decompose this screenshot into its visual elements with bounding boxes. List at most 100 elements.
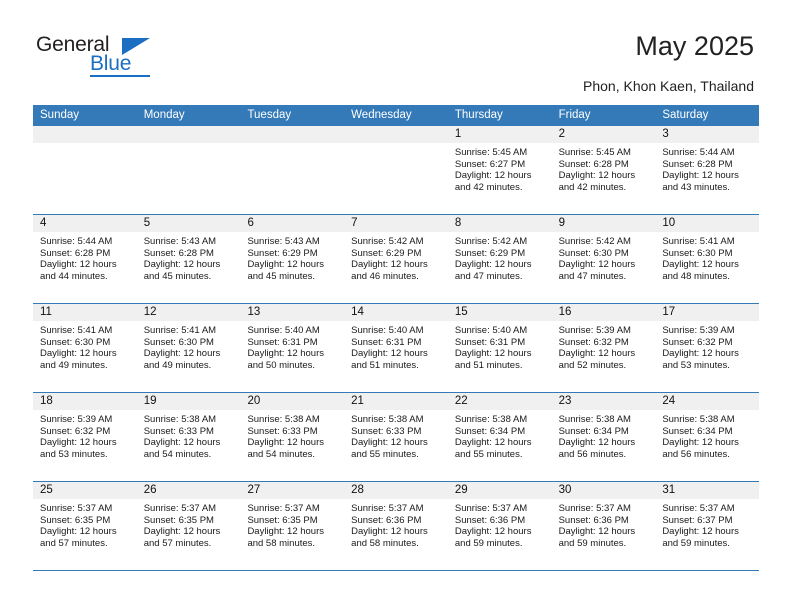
day-number: 16 — [551, 304, 656, 321]
calendar-day-cell[interactable]: 29 Sunrise: 5:37 AM Sunset: 6:36 PM Dayligh… — [447, 482, 552, 570]
weekday-header-friday: Friday — [558, 109, 591, 121]
calendar-day-cell[interactable]: 1 Sunrise: 5:45 AM Sunset: 6:27 PM Daylight… — [447, 126, 552, 214]
calendar-weeks: 1 Sunrise: 5:45 AM Sunset: 6:27 PM Daylight… — [33, 126, 760, 571]
daylight-text-line2: and 49 minutes. — [143, 359, 212, 371]
daylight-text-line1: Daylight: 12 hours — [351, 259, 428, 271]
sunrise-text: Sunrise: 5:38 AM — [454, 414, 528, 425]
day-sun-info: Sunrise: 5:40 AM Sunset: 6:31 PM Daylight:… — [448, 321, 552, 371]
sunrise-text: Sunrise: 5:37 AM — [143, 503, 217, 514]
calendar-day-cell[interactable]: 5 Sunrise: 5:43 AM Sunset: 6:28 PM Daylight… — [136, 215, 241, 303]
calendar-day-cell[interactable]: 30 Sunrise: 5:37 AM Sunset: 6:36 PM Dayligh… — [551, 482, 656, 570]
sunrise-text: Sunrise: 5:37 AM — [247, 503, 320, 514]
sunset-text: Sunset: 6:28 PM — [662, 158, 733, 170]
day-number: 15 — [447, 304, 552, 321]
day-number: 21 — [344, 393, 448, 410]
calendar-day-cell[interactable]: 12 Sunrise: 5:41 AM Sunset: 6:30 PM Dayligh… — [136, 304, 241, 392]
daylight-text-line2: and 59 minutes. — [558, 537, 627, 549]
day-number: 28 — [344, 482, 448, 499]
daylight-text-line2: and 48 minutes. — [662, 270, 730, 282]
calendar-day-cell[interactable]: 8 Sunrise: 5:42 AM Sunset: 6:29 PM Daylight… — [447, 215, 552, 303]
sunset-text: Sunset: 6:32 PM — [662, 336, 733, 348]
calendar-day-cell[interactable]: 16 Sunrise: 5:39 AM Sunset: 6:32 PM Dayligh… — [551, 304, 656, 392]
day-number: 6 — [240, 215, 345, 232]
calendar-day-cell[interactable]: 14 Sunrise: 5:40 AM Sunset: 6:31 PM Dayligh… — [344, 304, 448, 392]
calendar-day-cell[interactable]: 28 Sunrise: 5:37 AM Sunset: 6:36 PM Dayligh… — [344, 482, 448, 570]
daylight-text-line1: Daylight: 12 hours — [143, 437, 221, 449]
daylight-text-line1: Daylight: 12 hours — [40, 526, 117, 538]
page-subtitle-location: Phon, Khon Kaen, Thailand — [583, 78, 754, 94]
daylight-text-line2: and 55 minutes. — [351, 448, 419, 460]
day-number: 8 — [447, 215, 552, 232]
sunrise-text: Sunrise: 5:40 AM — [454, 325, 528, 336]
day-sun-info: Sunrise: 5:44 AM Sunset: 6:28 PM Daylight:… — [33, 232, 137, 282]
day-number: 10 — [655, 215, 760, 232]
weekday-header-wednesday: Wednesday — [351, 109, 412, 121]
calendar-day-cell[interactable]: 19 Sunrise: 5:38 AM Sunset: 6:33 PM Dayligh… — [136, 393, 241, 481]
calendar-day-cell[interactable]: 20 Sunrise: 5:38 AM Sunset: 6:33 PM Dayligh… — [240, 393, 345, 481]
calendar-day-cell[interactable]: 26 Sunrise: 5:37 AM Sunset: 6:35 PM Dayligh… — [136, 482, 241, 570]
calendar-day-cell[interactable]: 24 Sunrise: 5:38 AM Sunset: 6:34 PM Dayligh… — [655, 393, 760, 481]
sunrise-text: Sunrise: 5:40 AM — [351, 325, 424, 336]
calendar-day-cell[interactable]: 3 Sunrise: 5:44 AM Sunset: 6:28 PM Daylight… — [655, 126, 760, 214]
sunrise-text: Sunrise: 5:45 AM — [454, 147, 528, 158]
day-sun-info: Sunrise: 5:38 AM Sunset: 6:33 PM Daylight:… — [137, 410, 241, 460]
calendar-day-cell[interactable]: 15 Sunrise: 5:40 AM Sunset: 6:31 PM Dayligh… — [447, 304, 552, 392]
daylight-text-line1: Daylight: 12 hours — [558, 170, 636, 182]
calendar-day-cell[interactable]: 25 Sunrise: 5:37 AM Sunset: 6:35 PM Dayligh… — [33, 482, 137, 570]
sunrise-text: Sunrise: 5:37 AM — [454, 503, 528, 514]
daylight-text-line1: Daylight: 12 hours — [558, 526, 636, 538]
sunset-text: Sunset: 6:30 PM — [40, 336, 111, 348]
logo-text-blue: Blue — [90, 52, 132, 75]
daylight-text-line1: Daylight: 12 hours — [143, 348, 221, 360]
sunset-text: Sunset: 6:32 PM — [40, 425, 111, 437]
sunrise-text: Sunrise: 5:37 AM — [558, 503, 631, 514]
sunset-text: Sunset: 6:35 PM — [40, 514, 111, 526]
page-header: General Blue May 2025 Phon, Khon Kaen, T… — [0, 0, 792, 104]
calendar-week-row: 11 Sunrise: 5:41 AM Sunset: 6:30 PM Dayligh… — [33, 304, 760, 393]
calendar-day-cell[interactable]: 23 Sunrise: 5:38 AM Sunset: 6:34 PM Dayligh… — [551, 393, 656, 481]
calendar-day-cell[interactable]: 7 Sunrise: 5:42 AM Sunset: 6:29 PM Daylight… — [344, 215, 448, 303]
calendar-day-cell[interactable]: 2 Sunrise: 5:45 AM Sunset: 6:28 PM Daylight… — [551, 126, 656, 214]
sunrise-text: Sunrise: 5:38 AM — [558, 414, 631, 425]
sunrise-text: Sunrise: 5:44 AM — [40, 236, 113, 247]
sunset-text: Sunset: 6:33 PM — [247, 425, 318, 437]
calendar-day-cell[interactable]: 18 Sunrise: 5:39 AM Sunset: 6:32 PM Dayligh… — [33, 393, 137, 481]
calendar-week-row: 18 Sunrise: 5:39 AM Sunset: 6:32 PM Dayligh… — [33, 393, 760, 482]
sunrise-text: Sunrise: 5:37 AM — [40, 503, 113, 514]
sunrise-text: Sunrise: 5:41 AM — [40, 325, 113, 336]
sunrise-text: Sunrise: 5:39 AM — [40, 414, 113, 425]
calendar-day-cell[interactable]: 10 Sunrise: 5:41 AM Sunset: 6:30 PM Dayligh… — [655, 215, 760, 303]
daylight-text-line1: Daylight: 12 hours — [454, 170, 532, 182]
calendar-day-cell[interactable]: 4 Sunrise: 5:44 AM Sunset: 6:28 PM Daylight… — [33, 215, 137, 303]
daylight-text-line1: Daylight: 12 hours — [143, 259, 221, 271]
calendar-day-cell[interactable]: 22 Sunrise: 5:38 AM Sunset: 6:34 PM Dayligh… — [447, 393, 552, 481]
daylight-text-line2: and 51 minutes. — [454, 359, 523, 371]
day-number: 9 — [551, 215, 656, 232]
sunrise-text: Sunrise: 5:43 AM — [143, 236, 217, 247]
calendar-day-cell[interactable]: 11 Sunrise: 5:41 AM Sunset: 6:30 PM Dayligh… — [33, 304, 137, 392]
general-blue-logo[interactable]: General Blue — [36, 33, 176, 83]
day-number: 27 — [240, 482, 345, 499]
day-sun-info: Sunrise: 5:38 AM Sunset: 6:34 PM Daylight:… — [448, 410, 552, 460]
calendar-day-cell[interactable]: 27 Sunrise: 5:37 AM Sunset: 6:35 PM Dayligh… — [240, 482, 345, 570]
day-sun-info: Sunrise: 5:42 AM Sunset: 6:29 PM Daylight:… — [448, 232, 552, 282]
daylight-text-line2: and 42 minutes. — [558, 181, 627, 193]
calendar-day-cell[interactable]: 17 Sunrise: 5:39 AM Sunset: 6:32 PM Dayligh… — [655, 304, 760, 392]
daylight-text-line2: and 52 minutes. — [558, 359, 627, 371]
daylight-text-line2: and 47 minutes. — [454, 270, 523, 282]
day-number — [136, 126, 241, 143]
calendar-day-cell[interactable]: 31 Sunrise: 5:37 AM Sunset: 6:37 PM Dayligh… — [655, 482, 760, 570]
daylight-text-line1: Daylight: 12 hours — [662, 259, 739, 271]
daylight-text-line2: and 43 minutes. — [662, 181, 730, 193]
calendar-week-row: 4 Sunrise: 5:44 AM Sunset: 6:28 PM Daylight… — [33, 215, 760, 304]
daylight-text-line2: and 46 minutes. — [351, 270, 419, 282]
daylight-text-line1: Daylight: 12 hours — [558, 348, 636, 360]
calendar-day-cell[interactable]: 9 Sunrise: 5:42 AM Sunset: 6:30 PM Daylight… — [551, 215, 656, 303]
day-number: 31 — [655, 482, 760, 499]
calendar-day-cell[interactable]: 21 Sunrise: 5:38 AM Sunset: 6:33 PM Dayligh… — [344, 393, 448, 481]
calendar-day-cell[interactable]: 13 Sunrise: 5:40 AM Sunset: 6:31 PM Dayligh… — [240, 304, 345, 392]
daylight-text-line1: Daylight: 12 hours — [558, 437, 636, 449]
day-sun-info: Sunrise: 5:38 AM Sunset: 6:34 PM Daylight:… — [655, 410, 759, 460]
calendar-day-cell[interactable]: 6 Sunrise: 5:43 AM Sunset: 6:29 PM Daylight… — [240, 215, 345, 303]
day-number: 2 — [551, 126, 656, 143]
